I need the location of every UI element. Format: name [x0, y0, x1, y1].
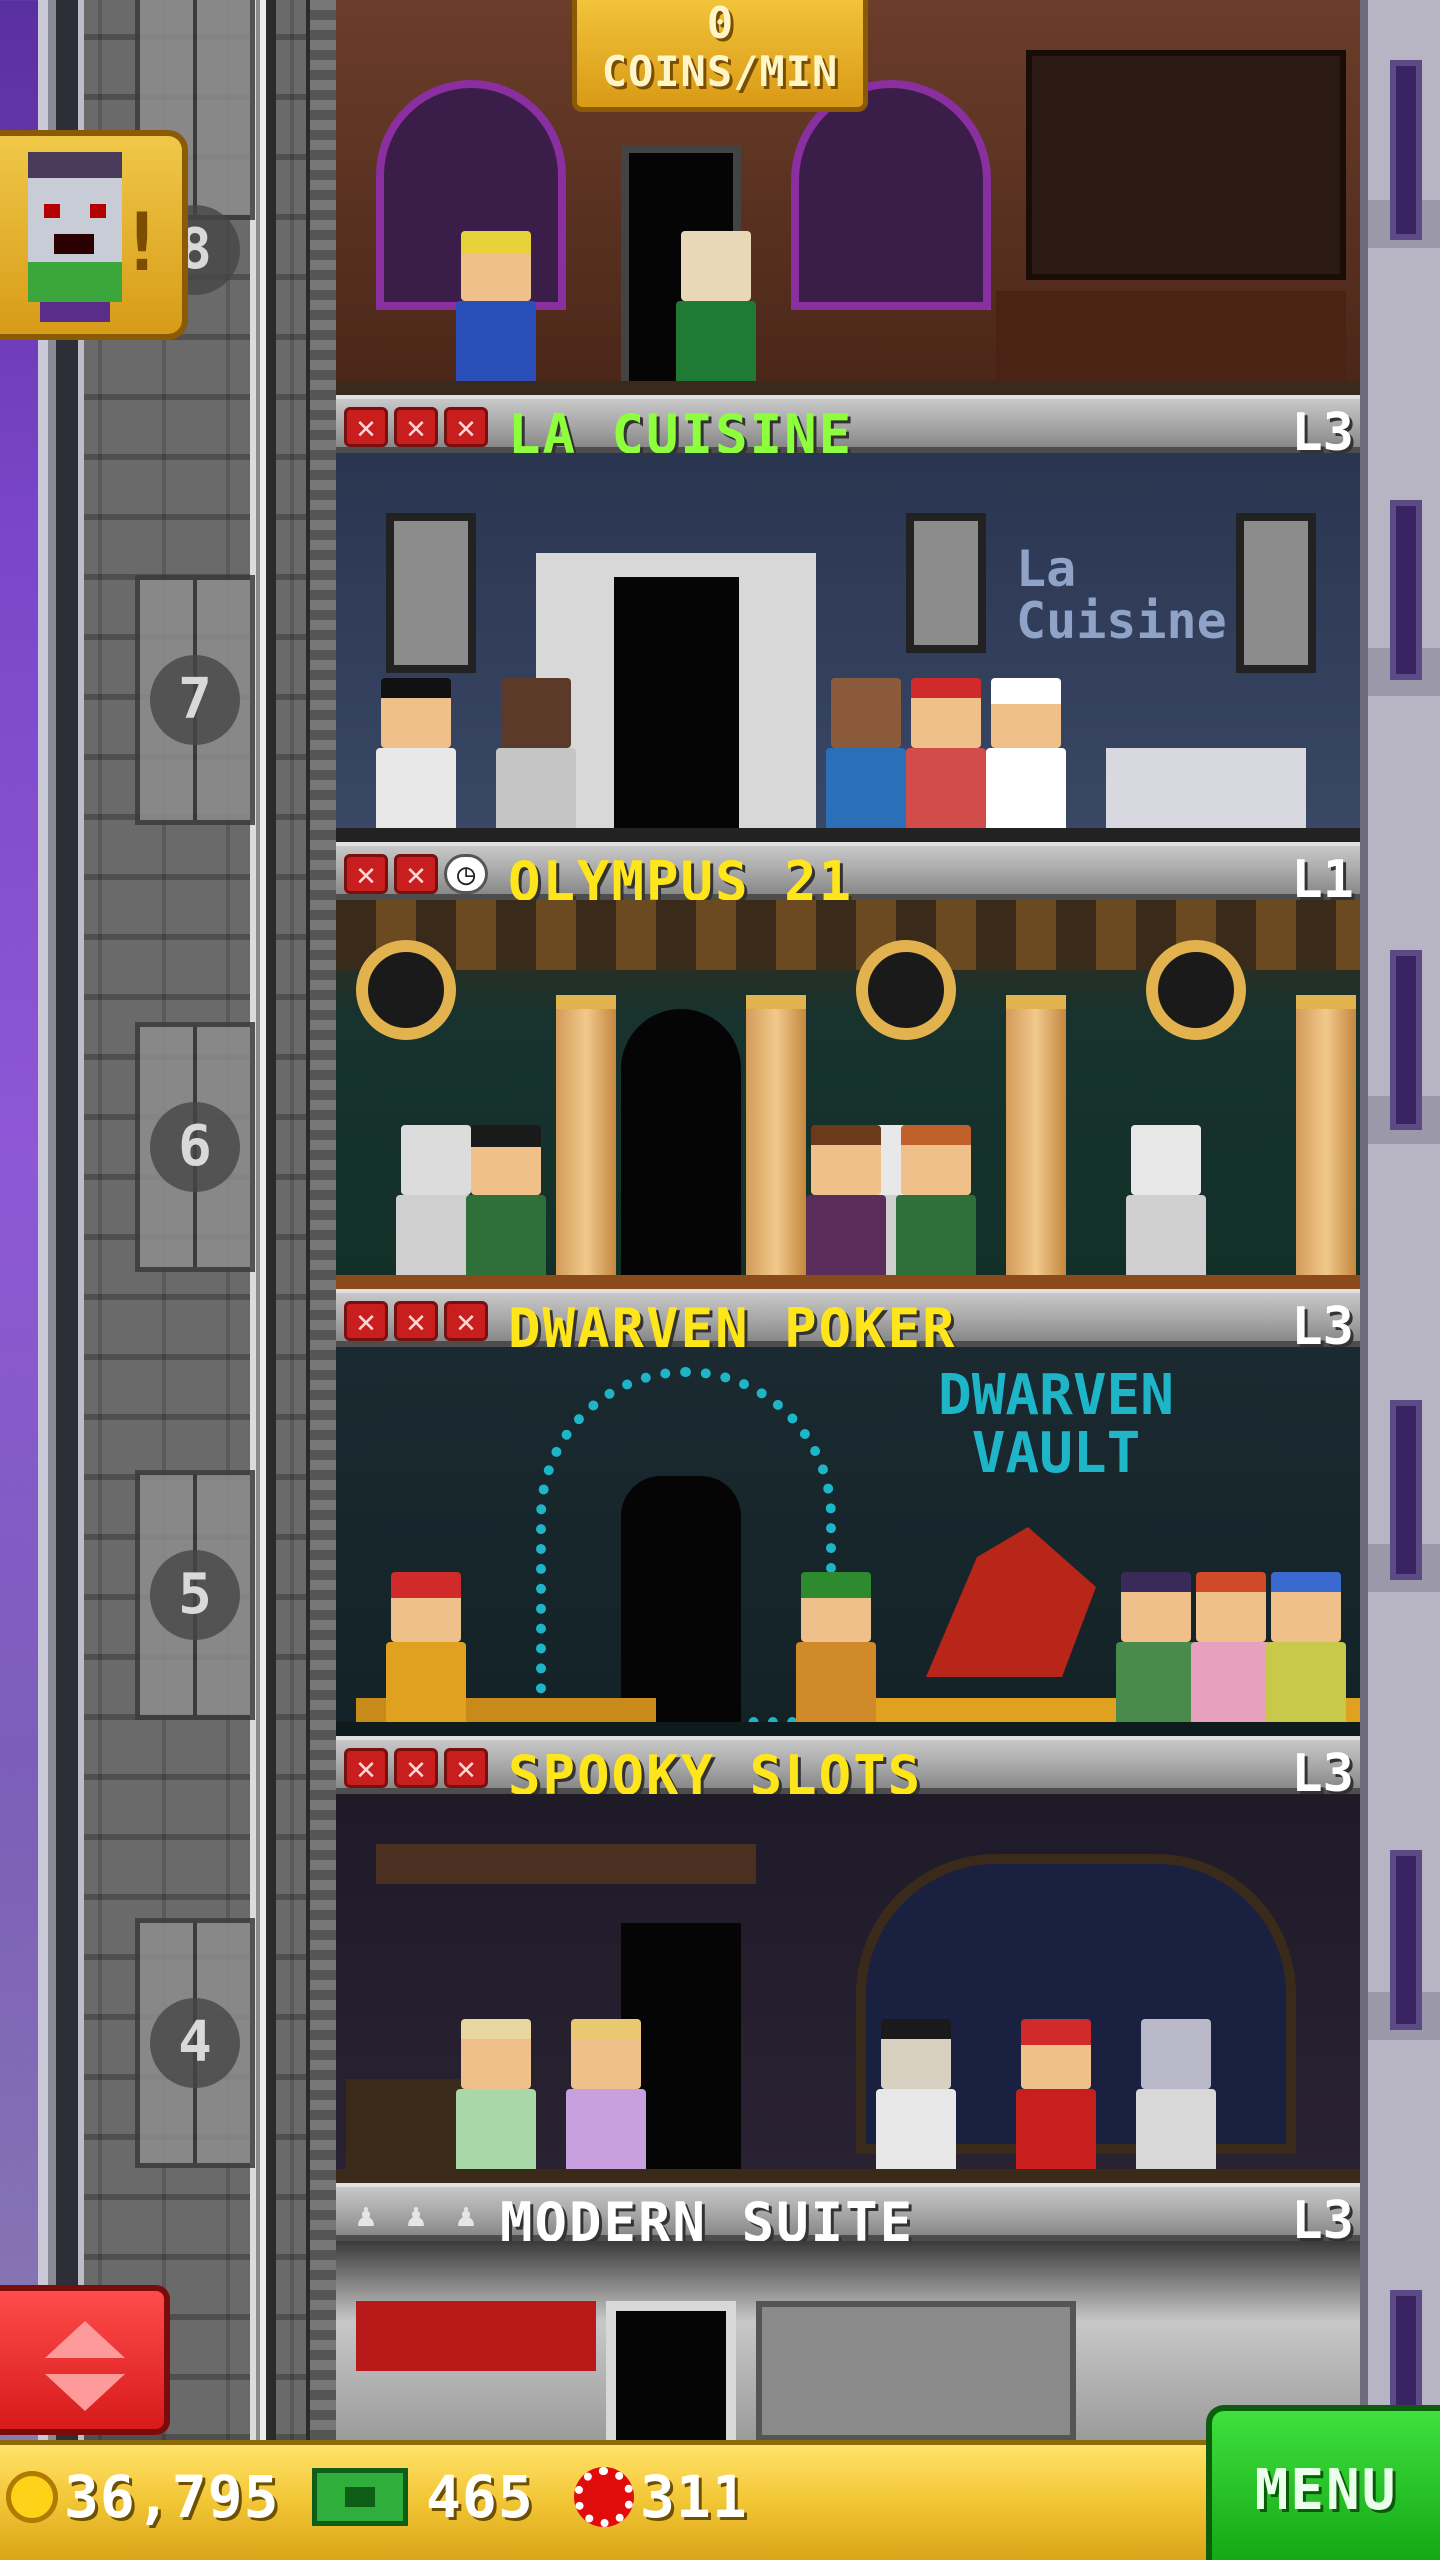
restocking-clock-icon: ◷ — [444, 854, 488, 894]
floor-header: ♟ ♟ ♟ MODERN SUITE L3 — [336, 2183, 1360, 2254]
unstocked-x-icon: ✕ — [444, 407, 488, 447]
room-sign: La Cuisine — [1016, 540, 1227, 650]
floor-dwarven-poker[interactable]: ✕ ✕ ✕ DWARVEN POKER L3 DWARVEN VAULT — [336, 1289, 1360, 1736]
unstocked-x-icon: ✕ — [344, 1748, 388, 1788]
bux-value: 465 — [426, 2463, 534, 2531]
up-down-arrows-icon — [45, 2321, 125, 2411]
unstocked-x-icon: ✕ — [394, 1301, 438, 1341]
unstocked-x-icon: ✕ — [344, 1301, 388, 1341]
tower-right-wall — [1360, 0, 1440, 2440]
bottom-status-bar: 36,795 465 311 MENU — [0, 2405, 1440, 2560]
tower-bux-icon — [312, 2468, 408, 2526]
resident-person-icon: ♟ — [406, 2196, 426, 2234]
floor-la-cuisine[interactable]: ✕ ✕ ✕ LA CUISINE L3 La Cuisine — [336, 395, 1360, 842]
coins-per-minute-value: 0 — [706, 0, 734, 49]
tower-window — [1390, 500, 1422, 680]
alert-exclamation-icon: ! — [117, 196, 166, 289]
floor-olympus-21[interactable]: ✕ ✕ ◷ OLYMPUS 21 L1 2M — [336, 842, 1360, 1289]
star-rating: ✕ ✕ ✕ — [344, 1748, 488, 1788]
floor-number-7: 7 — [150, 655, 240, 745]
floor-number-5: 5 — [150, 1550, 240, 1640]
unstocked-x-icon: ✕ — [394, 407, 438, 447]
star-rating: ✕ ✕ ◷ — [344, 854, 488, 894]
elevator-arrows-button[interactable] — [0, 2285, 170, 2435]
star-rating: ✕ ✕ ✕ — [344, 407, 488, 447]
shaft-edge — [306, 0, 336, 2440]
unstocked-x-icon: ✕ — [394, 854, 438, 894]
chips-value: 311 — [640, 2463, 748, 2531]
floor-header: ✕ ✕ ✕ SPOOKY SLOTS L3 — [336, 1736, 1360, 1807]
floor-number-4: 4 — [150, 1998, 240, 2088]
unstocked-x-icon: ✕ — [394, 1748, 438, 1788]
shaft-rail-left — [38, 0, 84, 2440]
star-rating: ✕ ✕ ✕ — [344, 1301, 488, 1341]
coin-icon — [6, 2471, 58, 2523]
coins-stat: 36,795 — [6, 2463, 280, 2531]
coins-per-minute-badge: 0 COINS/MIN — [572, 0, 868, 112]
tower-window — [1390, 950, 1422, 1130]
bux-stat: 465 — [312, 2463, 534, 2531]
floor-header: ✕ ✕ ◷ OLYMPUS 21 L1 — [336, 842, 1360, 913]
coins-value: 36,795 — [64, 2463, 280, 2531]
floor-header: ✕ ✕ ✕ LA CUISINE L3 — [336, 395, 1360, 466]
unstocked-x-icon: ✕ — [444, 1301, 488, 1341]
tower-window — [1390, 1850, 1422, 2030]
tower-window — [1390, 60, 1422, 240]
room-sign: DWARVEN VAULT — [937, 1363, 1174, 1486]
resident-slots: ♟ ♟ ♟ — [344, 2195, 488, 2235]
menu-button[interactable]: MENU — [1206, 2405, 1440, 2560]
bitizen-avatar — [20, 152, 130, 322]
coins-per-minute-label: COINS/MIN — [601, 47, 839, 96]
unstocked-x-icon: ✕ — [344, 407, 388, 447]
unstocked-x-icon: ✕ — [344, 854, 388, 894]
chips-stat: 311 — [574, 2463, 748, 2531]
floor-number-6: 6 — [150, 1102, 240, 1192]
unstocked-x-icon: ✕ — [444, 1748, 488, 1788]
floor-header: ✕ ✕ ✕ DWARVEN POKER L3 — [336, 1289, 1360, 1360]
bitizen-notification-button[interactable]: ! — [0, 130, 188, 340]
tower-window — [1390, 1400, 1422, 1580]
floor-modern-suite[interactable]: ♟ ♟ ♟ MODERN SUITE L3 — [336, 2183, 1360, 2443]
floor-spooky-slots[interactable]: ✕ ✕ ✕ SPOOKY SLOTS L3 — [336, 1736, 1360, 2183]
resident-person-icon: ♟ — [456, 2196, 476, 2234]
poker-chip-icon — [574, 2467, 634, 2527]
resident-person-icon: ♟ — [356, 2196, 376, 2234]
